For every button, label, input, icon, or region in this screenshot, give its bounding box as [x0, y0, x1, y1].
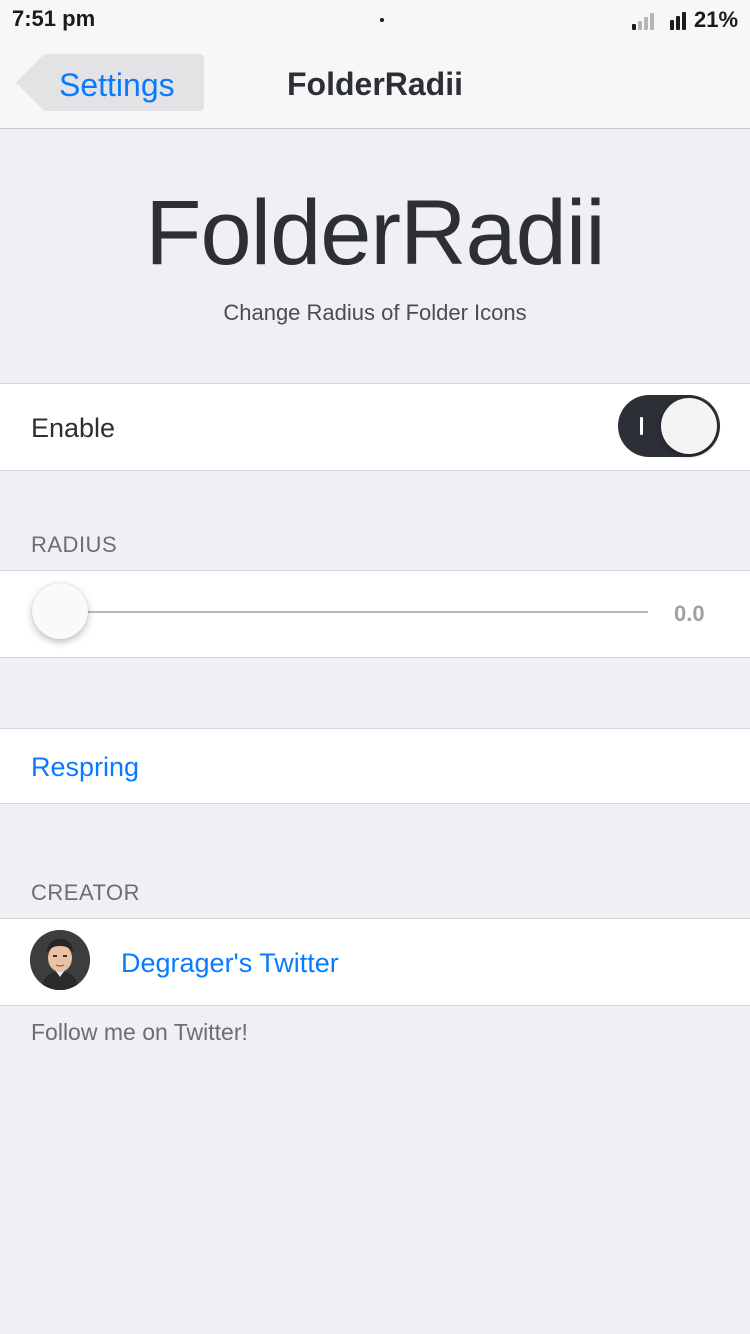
status-time: 7:51 pm — [12, 6, 96, 31]
toggle-knob — [661, 398, 717, 454]
enable-toggle[interactable] — [618, 395, 720, 457]
avatar — [30, 930, 90, 990]
enable-label: Enable — [31, 413, 116, 443]
creator-footer-text: Follow me on Twitter! — [31, 1019, 248, 1045]
enable-cell: Enable — [0, 383, 750, 471]
battery-percentage: 21% — [694, 7, 739, 32]
respring-cell[interactable]: Respring — [0, 728, 750, 804]
radius-slider-knob[interactable] — [32, 583, 88, 639]
radius-slider-cell: 0.0 — [0, 570, 750, 658]
nav-title: FolderRadii — [286, 66, 463, 102]
avatar-portrait-icon — [30, 930, 90, 990]
header-title: FolderRadii — [145, 182, 605, 284]
creator-section-header: CREATOR — [31, 880, 141, 905]
toggle-on-mark — [640, 417, 643, 435]
respring-button[interactable]: Respring — [31, 752, 139, 783]
screen: 7:51 pm 21% Settings FolderRadii FolderR… — [0, 0, 750, 1334]
status-dot — [380, 18, 384, 22]
creator-twitter-link[interactable]: Degrager's Twitter — [121, 948, 339, 979]
radius-value: 0.0 — [674, 601, 705, 626]
navigation-bar: Settings FolderRadii — [0, 42, 750, 129]
creator-cell[interactable]: Degrager's Twitter — [0, 918, 750, 1006]
radius-slider-track[interactable] — [62, 611, 648, 613]
header-subtitle: Change Radius of Folder Icons — [223, 300, 527, 325]
radius-section-header: RADIUS — [31, 532, 118, 557]
status-bar: 7:51 pm 21% — [0, 0, 750, 42]
